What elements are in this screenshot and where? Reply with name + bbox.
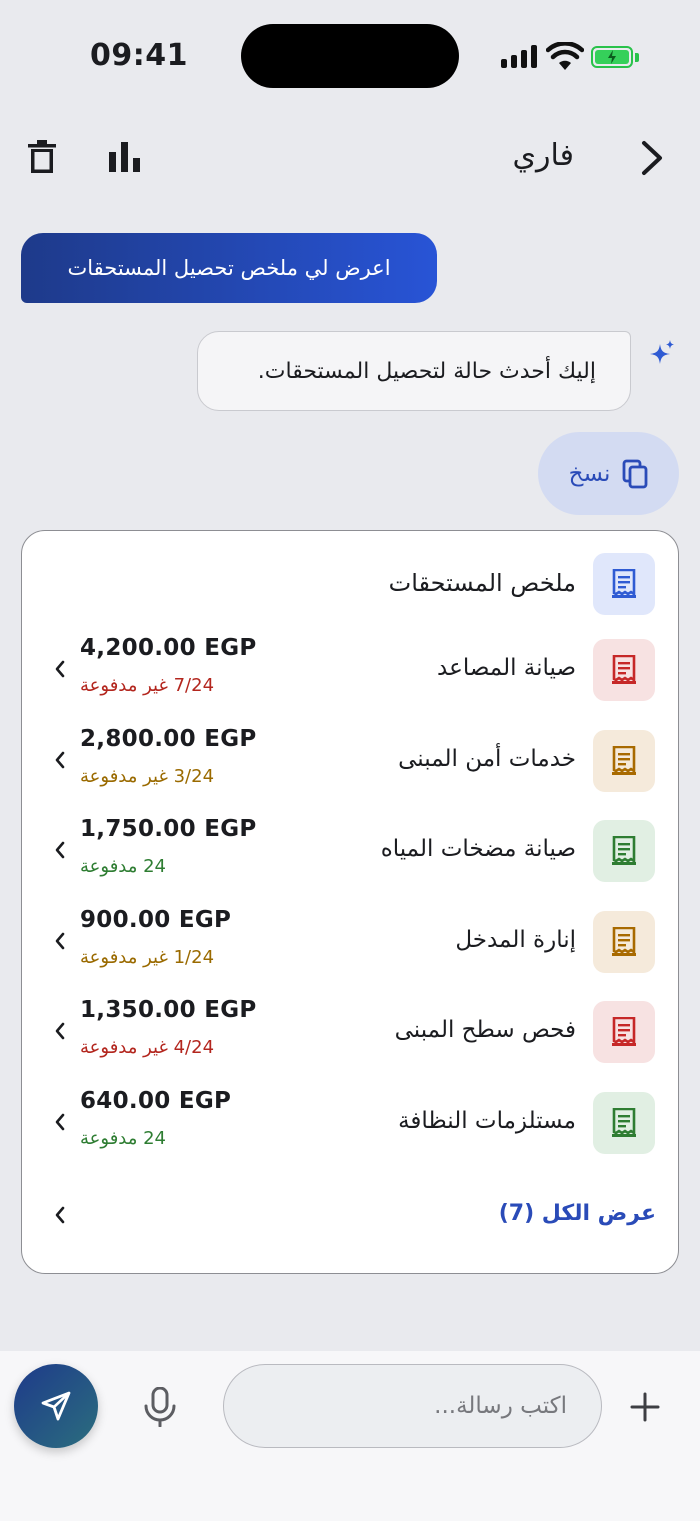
dues-item-amount: 2,800.00 EGP: [80, 725, 257, 752]
dues-item-name: فحص سطح المبنى: [394, 1017, 576, 1043]
dues-item-amount: 1,350.00 EGP: [80, 997, 257, 1023]
dues-item-amount: 640.00 EGP: [80, 1087, 232, 1114]
dynamic-island: [241, 24, 459, 88]
dues-row[interactable]: خدمات أمن المبنى 2,800.00 EGP 3/24 غير مدف…: [22, 726, 678, 820]
send-button[interactable]: [14, 1364, 98, 1448]
receipt-icon: [593, 729, 655, 792]
dues-row[interactable]: صيانة المصاعد 4,200.00 EGP 7/24 غير مدفوعة: [22, 635, 678, 729]
card-title: ملخص المستحقات: [388, 569, 576, 597]
receipt-icon: [593, 553, 655, 615]
signal-icon: [501, 44, 537, 68]
analytics-button[interactable]: [104, 136, 146, 178]
delete-chat-button[interactable]: [22, 136, 62, 178]
dues-item-status: 4/24 غير مدفوعة: [80, 1037, 215, 1058]
receipt-icon: [593, 820, 655, 882]
sparkle-icon: [650, 340, 674, 364]
dues-item-amount: 4,200.00 EGP: [80, 635, 257, 661]
user-message-bubble: اعرض لي ملخص تحصيل المستحقات: [21, 233, 437, 303]
receipt-icon: [593, 1001, 655, 1063]
status-time: 09:41: [90, 38, 188, 73]
dues-item-name: خدمات أمن المبنى: [398, 745, 576, 772]
chevron-left-icon: [55, 841, 65, 859]
wifi-icon: [546, 42, 584, 70]
assistant-message-text: إليك أحدث حالة لتحصيل المستحقات.: [257, 358, 596, 384]
chevron-right-icon: [642, 141, 662, 175]
dues-item-name: مستلزمات النظافة: [398, 1107, 576, 1134]
chat-screen: 09:41 فاري اعرض لي ملخص تحصيل المستحقات …: [0, 0, 700, 1521]
chevron-left-icon: [55, 660, 65, 678]
battery-cap: [635, 53, 639, 62]
dues-row[interactable]: إنارة المدخل 900.00 EGP 1/24 غير مدفوعة: [22, 907, 678, 1001]
receipt-icon: [593, 639, 655, 701]
assistant-message-bubble: إليك أحدث حالة لتحصيل المستحقات.: [197, 331, 631, 411]
receipt-icon: [593, 910, 655, 973]
send-icon: [41, 1391, 71, 1421]
bar-chart-icon: [109, 142, 140, 172]
dues-item-status: 24 مدفوعة: [80, 1127, 167, 1149]
dues-item-status: 1/24 غير مدفوعة: [80, 946, 215, 968]
receipt-icon: [593, 1091, 655, 1154]
copy-icon: [622, 459, 648, 488]
dues-item-status: 3/24 غير مدفوعة: [80, 765, 215, 787]
assistant-name: فاري: [512, 138, 574, 173]
dues-item-name: صيانة مضخات المياه: [380, 836, 576, 862]
chevron-left-icon: [55, 1113, 65, 1130]
dues-item-name: إنارة المدخل: [455, 926, 576, 953]
plus-icon[interactable]: [629, 1391, 661, 1423]
chevron-left-icon: [55, 751, 65, 768]
chevron-left-icon[interactable]: [52, 1203, 68, 1227]
microphone-icon[interactable]: [142, 1387, 178, 1427]
back-button[interactable]: [630, 136, 674, 180]
dues-row[interactable]: فحص سطح المبنى 1,350.00 EGP 4/24 غير مدفوع…: [22, 997, 678, 1091]
dues-item-status: 24 مدفوعة: [80, 856, 167, 877]
dues-summary-card: ملخص المستحقات صيانة المصاعد 4,200.00 EGP…: [21, 530, 679, 1274]
chevron-left-icon: [55, 932, 65, 949]
copy-label: نسخ: [568, 460, 611, 487]
message-input[interactable]: [223, 1364, 602, 1448]
dues-row[interactable]: مستلزمات النظافة 640.00 EGP 24 مدفوعة: [22, 1088, 678, 1182]
view-all-link[interactable]: عرض الكل (7): [499, 1201, 656, 1226]
dues-row[interactable]: صيانة مضخات المياه 1,750.00 EGP 24 مدفوعة: [22, 816, 678, 910]
battery-icon: [591, 46, 633, 68]
dues-item-amount: 900.00 EGP: [80, 906, 232, 933]
dues-item-status: 7/24 غير مدفوعة: [80, 675, 215, 696]
trash-icon: [28, 140, 56, 173]
chevron-left-icon: [55, 1022, 65, 1040]
dues-item-name: صيانة المصاعد: [437, 655, 576, 681]
dues-item-amount: 1,750.00 EGP: [80, 816, 257, 842]
copy-button[interactable]: نسخ: [538, 432, 679, 515]
